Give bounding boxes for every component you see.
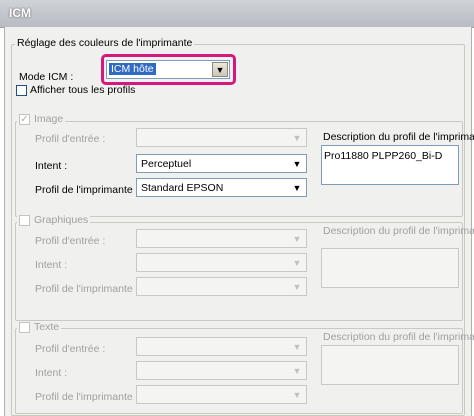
text-input-profile-label: Profil d'entrée : <box>35 343 106 355</box>
checkmark-icon: ✓ <box>20 113 29 125</box>
image-desc-value: Pro11880 PLPP260_Bi-D <box>324 150 443 162</box>
mode-icm-label: Mode ICM : <box>19 71 74 83</box>
text-input-profile-select[interactable]: ▼ <box>136 337 307 356</box>
color-settings-title: Réglage des couleurs de l'imprimante <box>15 37 195 49</box>
window-title: ICM <box>9 6 31 20</box>
graphics-printer-profile-label: Profil de l'imprimante : <box>35 283 139 295</box>
chevron-down-icon[interactable]: ▼ <box>289 339 305 354</box>
image-input-profile-select[interactable]: ▼ <box>136 128 307 147</box>
chevron-down-icon[interactable]: ▼ <box>289 156 305 171</box>
image-intent-label: Intent : <box>35 160 68 172</box>
image-printer-profile-select[interactable]: Standard EPSON ▼ <box>136 178 307 197</box>
chevron-down-icon[interactable]: ▼ <box>289 130 305 145</box>
chevron-down-icon[interactable]: ▼ <box>289 255 305 270</box>
title-bar: ICM <box>0 0 474 28</box>
text-printer-profile-label: Profil de l'imprimante : <box>35 391 139 403</box>
graphics-group-header: Graphiques <box>17 214 91 226</box>
dialog-body: Réglage des couleurs de l'imprimante Mod… <box>4 27 474 416</box>
chevron-down-icon[interactable]: ▼ <box>289 363 305 378</box>
graphics-desc-label: Description du profil de l'imprimante <box>323 225 474 237</box>
image-printer-profile-label: Profil de l'imprimante : <box>35 184 139 196</box>
mode-icm-value: ICM hôte <box>109 63 156 75</box>
graphics-input-profile-label: Profil d'entrée : <box>35 235 106 247</box>
graphics-desc-box <box>321 248 459 288</box>
image-group-header: ✓ Image <box>17 113 66 125</box>
text-intent-label: Intent : <box>35 367 68 379</box>
mode-icm-select[interactable]: ICM hôte ▼ <box>106 60 230 79</box>
chevron-down-icon[interactable]: ▼ <box>289 387 305 402</box>
show-all-profiles-checkbox[interactable] <box>16 85 27 96</box>
image-printer-profile-value: Standard EPSON <box>141 182 224 194</box>
chevron-down-icon[interactable]: ▼ <box>212 62 228 77</box>
image-desc-label: Description du profil de l'imprimante <box>323 131 474 143</box>
image-desc-box: Pro11880 PLPP260_Bi-D <box>321 145 459 185</box>
image-input-profile-label: Profil d'entrée : <box>35 133 106 145</box>
text-desc-label: Description du profil de l'imprimante <box>323 331 474 343</box>
text-intent-select[interactable]: ▼ <box>136 361 307 380</box>
chevron-down-icon[interactable]: ▼ <box>289 180 305 195</box>
text-checkbox[interactable] <box>19 321 30 333</box>
text-group-title: Texte <box>34 321 60 333</box>
show-all-profiles-label: Afficher tous les profils <box>30 84 136 96</box>
image-group-title: Image <box>34 113 64 125</box>
graphics-checkbox[interactable] <box>19 214 30 226</box>
image-intent-value: Perceptuel <box>141 158 192 170</box>
text-desc-box <box>321 345 459 385</box>
graphics-intent-select[interactable]: ▼ <box>136 253 307 272</box>
graphics-printer-profile-select[interactable]: ▼ <box>136 277 307 296</box>
text-printer-profile-select[interactable]: ▼ <box>136 385 307 404</box>
graphics-intent-label: Intent : <box>35 259 68 271</box>
graphics-group-title: Graphiques <box>34 214 89 226</box>
chevron-down-icon[interactable]: ▼ <box>289 279 305 294</box>
text-group-header: Texte <box>17 321 62 333</box>
graphics-input-profile-select[interactable]: ▼ <box>136 229 307 248</box>
image-intent-select[interactable]: Perceptuel ▼ <box>136 154 307 173</box>
chevron-down-icon[interactable]: ▼ <box>289 231 305 246</box>
image-checkbox[interactable]: ✓ <box>19 113 30 125</box>
